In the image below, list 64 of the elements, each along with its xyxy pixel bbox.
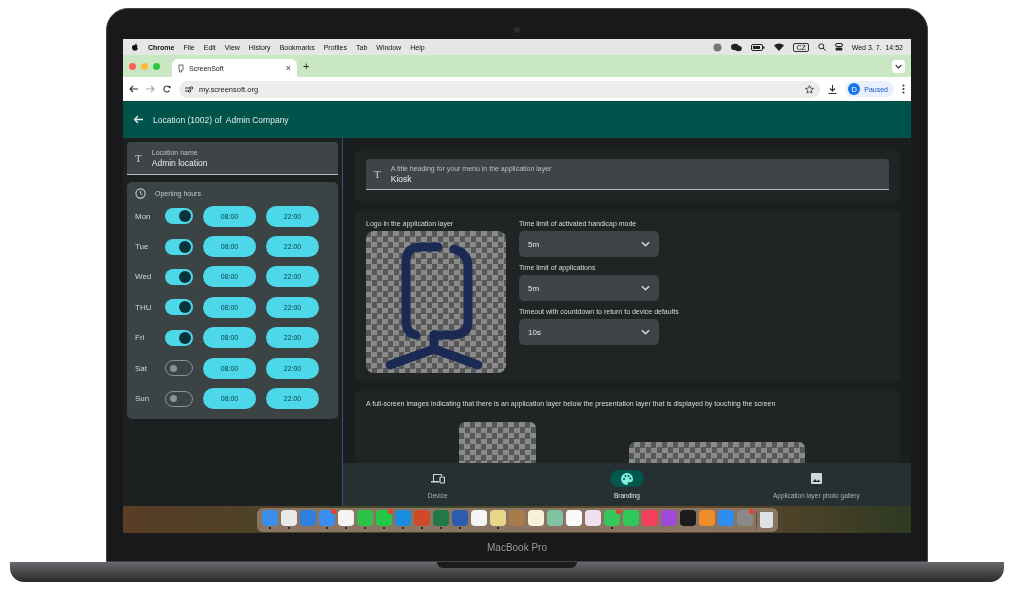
chevron-down-icon — [641, 329, 650, 335]
close-icon[interactable] — [129, 62, 136, 70]
app-icon[interactable] — [679, 510, 696, 526]
app-icon[interactable] — [698, 510, 715, 526]
logo-drawing[interactable] — [366, 231, 506, 373]
wifi-icon[interactable] — [774, 43, 785, 51]
app-icon[interactable] — [489, 510, 506, 526]
app-icon[interactable] — [280, 510, 297, 526]
tab-close-button[interactable]: × — [285, 63, 291, 73]
app-icon[interactable] — [622, 510, 639, 526]
trash-icon[interactable] — [759, 511, 773, 528]
text-icon: T — [374, 168, 381, 180]
day-toggle[interactable] — [165, 329, 193, 346]
day-toggle[interactable] — [165, 208, 193, 225]
day-toggle[interactable] — [165, 268, 193, 285]
day-toggle[interactable] — [165, 238, 193, 255]
battery-icon[interactable] — [751, 43, 766, 51]
app-icon[interactable] — [470, 510, 487, 526]
page-title: Location (1002) of Admin Company — [153, 114, 289, 125]
app-icon[interactable] — [356, 510, 373, 526]
day-label: Tue — [135, 242, 150, 252]
tab-search-button[interactable] — [892, 59, 905, 73]
app-icon[interactable] — [584, 510, 601, 526]
text-icon: T — [135, 152, 142, 164]
download-icon[interactable] — [828, 84, 838, 94]
dropdown[interactable]: 5m — [519, 275, 659, 301]
app-icon[interactable] — [565, 510, 582, 526]
chat-bubbles-icon[interactable] — [731, 42, 743, 52]
day-label: THU — [135, 302, 153, 312]
chevron-down-icon — [641, 241, 650, 247]
day-label: Fri — [135, 333, 146, 343]
day-label: Wed — [135, 272, 153, 282]
favicon-icon — [178, 63, 184, 73]
app-icon[interactable] — [546, 510, 563, 526]
clock-icon — [135, 188, 146, 199]
image-icon — [810, 473, 822, 484]
chevron-down-icon — [641, 285, 650, 291]
app-icon[interactable] — [375, 510, 392, 526]
app-icon[interactable] — [337, 510, 354, 526]
image-placeholder[interactable] — [459, 422, 536, 463]
circle-icon[interactable] — [713, 42, 723, 52]
more-icon[interactable] — [902, 84, 905, 94]
dropdown[interactable]: 10s — [519, 319, 659, 345]
image-placeholder[interactable] — [629, 442, 805, 463]
forward-icon[interactable] — [146, 85, 155, 93]
chevron-down-icon — [895, 63, 902, 69]
star-icon[interactable] — [805, 84, 815, 94]
dropdown[interactable]: 5m — [519, 231, 659, 257]
reload-icon[interactable] — [163, 85, 171, 93]
app-icon[interactable] — [527, 510, 544, 526]
apple-logo-icon — [131, 42, 139, 52]
app-icon[interactable] — [603, 510, 620, 526]
day-label: Sun — [135, 394, 151, 404]
devices-icon — [430, 473, 445, 484]
day-label: Sat — [135, 363, 148, 373]
control-center-icon[interactable] — [834, 43, 843, 51]
laptop-model-label: MacBook Pro — [487, 541, 547, 553]
new-tab-button[interactable]: + — [303, 60, 310, 72]
day-label: Mon — [135, 211, 152, 221]
search-icon[interactable] — [817, 43, 826, 51]
palette-icon — [621, 472, 633, 485]
site-settings-icon[interactable] — [185, 85, 193, 93]
day-toggle[interactable] — [165, 299, 193, 316]
back-icon[interactable] — [129, 85, 138, 93]
